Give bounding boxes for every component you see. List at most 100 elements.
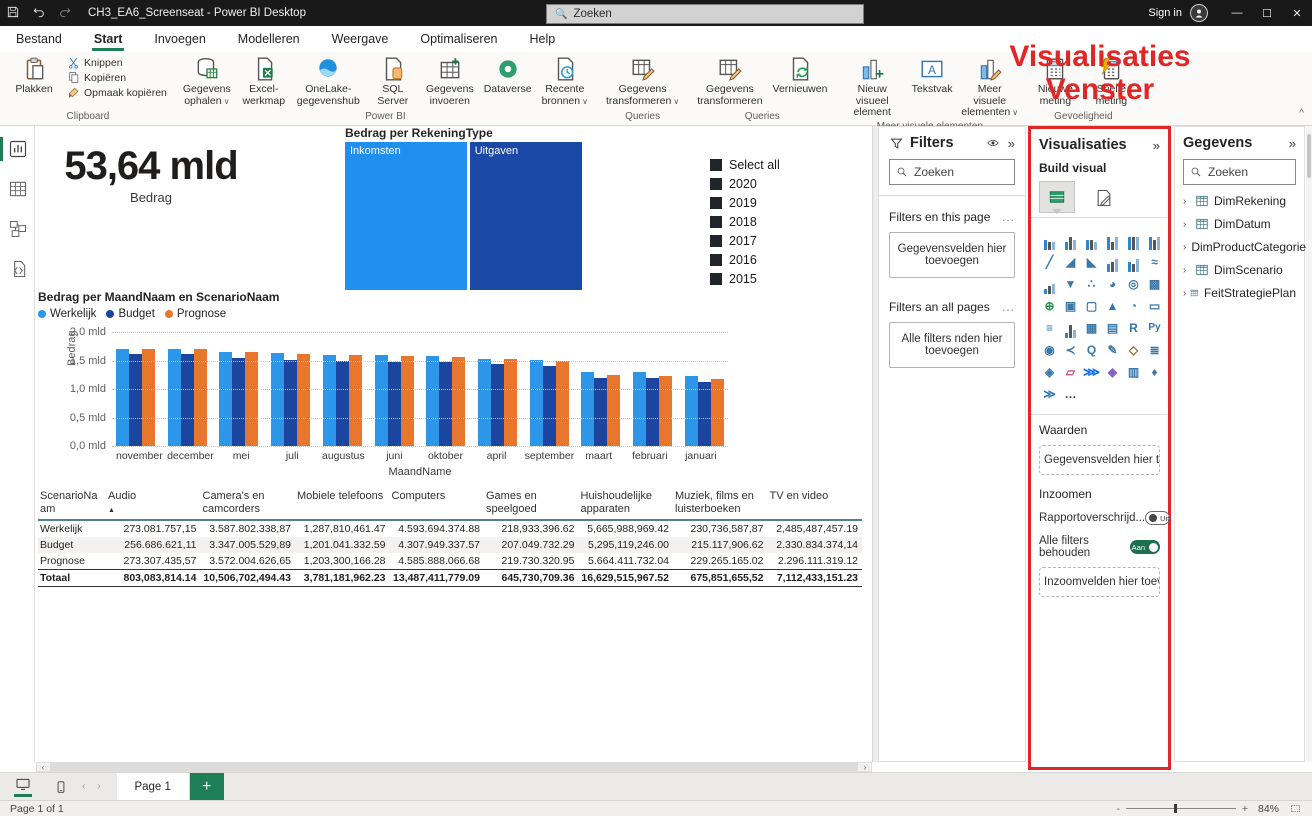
ribbon-button-knippen[interactable]: Knippen	[64, 55, 170, 70]
bar-prognose[interactable]	[659, 375, 673, 446]
bar-werkelijk[interactable]	[581, 372, 595, 446]
gauge-icon[interactable]: ◔	[1123, 296, 1144, 316]
ribbon-button-gegevens-transformeren[interactable]: Gegevens transformeren	[692, 55, 767, 110]
bar-budget[interactable]	[284, 359, 298, 446]
ribbon-button-nieuw-visueel-element[interactable]: Nieuw visueel element	[840, 55, 904, 120]
maximize-button[interactable]: ☐	[1252, 0, 1282, 26]
column-header-camera-s-en-camcorders[interactable]: Camera's en camcorders	[201, 488, 296, 520]
checkbox-icon[interactable]	[710, 273, 722, 285]
power-apps-icon[interactable]: ▱	[1060, 362, 1081, 382]
add-page-button[interactable]: +	[189, 772, 224, 801]
scrollbar-track[interactable]	[50, 763, 858, 771]
ribbon-button-vernieuwen[interactable]: Vernieuwen	[768, 55, 833, 110]
menu-item-weergave[interactable]: Weergave	[330, 28, 391, 50]
treemap-node-inkomsten[interactable]: Inkomsten	[345, 142, 467, 290]
column-header-scenarionaam[interactable]: ScenarioNaam	[38, 488, 106, 520]
dax-query-view-button[interactable]	[0, 252, 35, 286]
ribbon-button-recente-bronnen[interactable]: Recente bronnen ∨	[537, 55, 593, 110]
bar-chart-plot[interactable]: 0,0 mld 0,5 mld 1,0 mld 1,5 mld 2,0 mld	[70, 326, 728, 452]
ribbon-button-onelake-gegevenshub[interactable]: OneLake- gegevenshub	[292, 55, 365, 110]
treemap-icon[interactable]: ▩	[1144, 274, 1165, 294]
custom-visual-icon[interactable]: ◆	[1102, 362, 1123, 382]
donut-chart-icon[interactable]: ◎	[1123, 274, 1144, 294]
bar-prognose[interactable]	[400, 355, 414, 446]
values-dropzone[interactable]: Gegevensvelden hier toevo...	[1039, 445, 1160, 475]
collapse-pane-icon[interactable]: »	[1153, 138, 1160, 153]
bar-budget[interactable]	[387, 361, 401, 446]
paginated-report-icon[interactable]: ≣	[1144, 340, 1165, 360]
filters-all-pages-dropzone[interactable]: Alle filters nden hier toevoegen	[889, 322, 1015, 368]
bar-werkelijk[interactable]	[426, 355, 440, 446]
filled-map-icon[interactable]: ▣	[1060, 296, 1081, 316]
save-icon[interactable]	[0, 5, 26, 22]
collapse-pane-icon[interactable]: »	[1289, 136, 1296, 151]
next-page-icon[interactable]: ›	[97, 781, 100, 792]
ribbon-button-opmaak-kopi-ren[interactable]: Opmaak kopiëren	[64, 85, 170, 100]
cross-report-toggle[interactable]: Uit	[1145, 511, 1171, 525]
data-table-dimdatum[interactable]: › DimDatum	[1183, 217, 1296, 231]
line-and-clustered-column-chart-icon[interactable]	[1123, 252, 1144, 272]
bar-budget[interactable]	[335, 361, 349, 446]
slicer-item-2018[interactable]: 2018	[710, 215, 780, 229]
bar-werkelijk[interactable]	[529, 359, 543, 446]
ribbon-button-kopi-ren[interactable]: Kopiëren	[64, 70, 170, 85]
slicer-icon[interactable]: ▥	[1123, 362, 1144, 382]
column-header-audio[interactable]: Audio ▲	[106, 488, 201, 520]
slicer-item-2017[interactable]: 2017	[710, 234, 780, 248]
expand-chevron-icon[interactable]: ›	[1183, 242, 1186, 253]
bar-budget[interactable]	[491, 363, 505, 446]
bar-budget[interactable]	[180, 353, 194, 446]
canvas-horizontal-scrollbar[interactable]: ‹ ›	[36, 762, 872, 772]
column-header-mobiele-telefoons[interactable]: Mobiele telefoons	[295, 488, 390, 520]
sign-in-button[interactable]: Sign in	[1148, 7, 1182, 19]
report-view-button[interactable]	[0, 132, 35, 166]
bar-prognose[interactable]	[607, 374, 621, 446]
close-button[interactable]: ✕	[1282, 0, 1312, 26]
ribbon-chart-icon[interactable]: ≈	[1144, 252, 1165, 272]
checkbox-icon[interactable]	[710, 178, 722, 190]
goal-metric-icon[interactable]: ♦	[1144, 362, 1165, 382]
page-tab[interactable]: Page 1	[116, 772, 190, 801]
bar-prognose[interactable]	[193, 349, 207, 446]
fit-to-page-icon[interactable]	[1289, 803, 1302, 814]
report-canvas[interactable]: 53,64 mld Bedrag Bedrag per RekeningType…	[36, 126, 872, 762]
menu-item-optimaliseren[interactable]: Optimaliseren	[418, 28, 499, 50]
expand-chevron-icon[interactable]: ›	[1183, 265, 1195, 276]
line-chart-icon[interactable]: ╱	[1039, 252, 1060, 272]
slicer-item-2020[interactable]: 2020	[710, 177, 780, 191]
azure-map-icon[interactable]: ▲	[1102, 296, 1123, 316]
data-table-dimscenario[interactable]: › DimScenario	[1183, 263, 1296, 277]
decomposition-tree-icon[interactable]: ≺	[1060, 340, 1081, 360]
checkbox-icon[interactable]	[710, 216, 722, 228]
bar-werkelijk[interactable]	[478, 358, 492, 446]
bar-prognose[interactable]	[452, 356, 466, 446]
slicer-item-2016[interactable]: 2016	[710, 253, 780, 267]
minimize-button[interactable]: —	[1222, 0, 1252, 26]
100-stacked-column-chart-icon[interactable]	[1144, 230, 1165, 250]
pie-chart-icon[interactable]: ◕	[1102, 274, 1123, 294]
menu-item-bestand[interactable]: Bestand	[14, 28, 64, 50]
mobile-layout-button[interactable]	[46, 775, 76, 799]
filters-page-dropzone[interactable]: Gegevensvelden hier toevoegen	[889, 232, 1015, 278]
model-view-button[interactable]	[0, 212, 35, 246]
checkbox-icon[interactable]	[710, 235, 722, 247]
column-header-huishoudelijke-apparaten[interactable]: Huishoudelijke apparaten	[579, 488, 674, 520]
eye-icon[interactable]	[986, 136, 1000, 150]
scroll-left-icon[interactable]: ‹	[37, 763, 49, 772]
keep-all-filters-toggle[interactable]: Aan	[1130, 540, 1160, 554]
bar-werkelijk[interactable]	[271, 353, 285, 446]
line-and-stacked-column-chart-icon[interactable]	[1102, 252, 1123, 272]
bar-werkelijk[interactable]	[322, 354, 336, 446]
ribbon-button-tekstvak[interactable]: Tekstvak	[904, 55, 960, 120]
bar-budget[interactable]	[542, 365, 556, 446]
bar-budget[interactable]	[129, 353, 142, 446]
bar-werkelijk[interactable]	[633, 372, 647, 446]
legend-item-budget[interactable]: Budget	[106, 308, 155, 320]
map-icon[interactable]: ⊕	[1039, 296, 1060, 316]
expand-chevron-icon[interactable]: ›	[1183, 288, 1190, 299]
collapse-pane-icon[interactable]: »	[1008, 136, 1015, 151]
key-influencers-icon[interactable]: ◉	[1039, 340, 1060, 360]
expand-chevron-icon[interactable]: ›	[1183, 219, 1195, 230]
ribbon-button-plakken[interactable]: Plakken	[6, 55, 62, 110]
drillthrough-dropzone[interactable]: Inzoomvelden hier toevoeg...	[1039, 567, 1160, 597]
